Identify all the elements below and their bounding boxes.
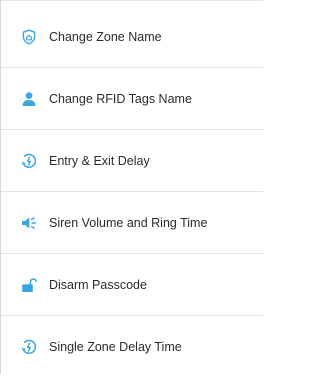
menu-item-single-zone-delay[interactable]: Single Zone Delay Time (1, 316, 263, 378)
divider (1, 0, 263, 1)
menu-item-label: Change Zone Name (49, 29, 162, 44)
menu-item-disarm-passcode[interactable]: Disarm Passcode (1, 254, 263, 316)
menu-item-label: Siren Volume and Ring Time (49, 215, 208, 230)
menu-item-siren-volume[interactable]: Siren Volume and Ring Time (1, 192, 263, 254)
menu-item-label: Disarm Passcode (49, 277, 147, 292)
menu-item-change-rfid-tags-name[interactable]: Change RFID Tags Name (1, 68, 263, 130)
menu-item-change-zone-name[interactable]: Change Zone Name (1, 6, 263, 68)
menu-item-label: Change RFID Tags Name (49, 91, 192, 106)
clock-delay-icon (21, 153, 37, 169)
speaker-volume-icon (21, 215, 37, 231)
unlock-icon (21, 277, 37, 293)
menu-item-label: Entry & Exit Delay (49, 153, 150, 168)
menu-item-label: Single Zone Delay Time (49, 340, 182, 354)
settings-menu: Change Zone Name Change RFID Tags Name E… (0, 0, 263, 374)
clock-delay-icon (21, 339, 37, 355)
shield-home-icon (21, 29, 37, 45)
menu-item-entry-exit-delay[interactable]: Entry & Exit Delay (1, 130, 263, 192)
person-icon (21, 91, 37, 107)
